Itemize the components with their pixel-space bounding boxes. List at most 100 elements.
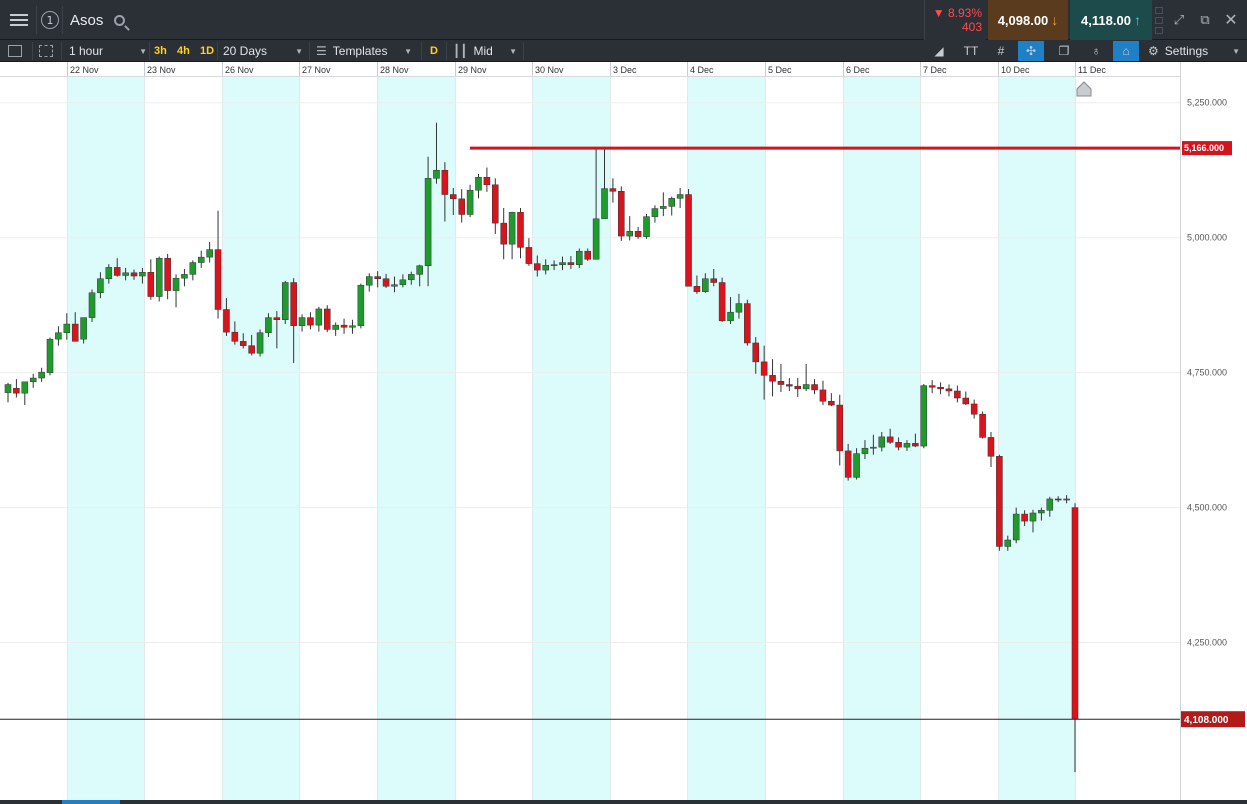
tag-icon[interactable]: ⌂ [1113,41,1139,61]
candle-up [433,169,440,179]
grid-icon[interactable]: # [988,41,1014,61]
d-button[interactable]: D [430,40,438,62]
candle-up [861,447,869,454]
candle-up [920,385,928,447]
candle-up [1063,498,1070,501]
candle-down [517,212,524,248]
candle-down [239,341,247,346]
candle-up [122,272,129,276]
close-icon[interactable]: ✕ [1220,0,1242,40]
resistance-label: 5,166.000 [1184,143,1224,153]
range-select[interactable]: 20 Days ▼ [223,40,303,62]
text-size-icon[interactable]: TT [958,41,984,61]
date-label: 26 Nov [225,65,254,75]
numbered-circle-icon: 1 [41,11,59,29]
draw-line-icon[interactable]: ◢ [926,41,952,61]
interval-select[interactable]: 1 hour ▼ [69,40,147,62]
info-badge-button[interactable]: 1 [38,0,62,40]
layout-icon[interactable] [39,40,53,62]
candle-down [483,176,491,186]
candle-down [685,194,692,287]
candle-up [592,218,600,260]
candle-down [307,317,314,326]
price-tick-label: 4,250.000 [1187,638,1227,648]
candle-down [1071,507,1079,720]
copy-icon[interactable]: ❐ [1051,41,1077,61]
candle-up [391,284,398,287]
candle-down [130,272,138,277]
range-label: 20 Days [223,44,268,58]
candle-up [4,384,12,393]
candle-up [357,284,365,326]
search-icon[interactable] [110,0,128,40]
indicator-icon[interactable]: ♁ [1083,41,1109,61]
candle-up [265,317,272,333]
candle-down [752,342,760,363]
templates-select[interactable]: ☰ Templates ▼ [316,40,412,62]
candle-up [542,264,549,271]
instrument-name[interactable]: Asos [70,0,103,40]
candle-down [618,191,625,237]
date-label: 30 Nov [535,65,564,75]
depth-toggle[interactable] [1153,0,1165,40]
date-label: 29 Nov [458,65,487,75]
candle-up [424,178,432,267]
hamburger-icon [10,19,28,21]
candle-down [895,442,902,448]
candle-down [223,309,230,333]
candle-up [559,262,566,265]
candle-down [340,324,348,328]
candle-up [802,384,810,390]
price-type-select[interactable]: ┃┃ Mid ▼ [453,40,517,62]
date-label: 4 Dec [690,65,714,75]
candle-up [298,317,306,326]
menu-button[interactable] [4,0,34,40]
candle-down [13,388,20,394]
gear-icon: ⚙ [1148,44,1159,58]
list-icon[interactable] [8,40,22,62]
candle-down [634,230,642,237]
quick-1d-button[interactable]: 1D [200,40,214,62]
price-tick-label: 4,500.000 [1187,503,1227,513]
home-marker-icon [1076,81,1092,97]
candle-down [928,385,936,388]
change-points: 403 [961,20,982,34]
price-tick-label: 5,000.000 [1187,233,1227,243]
scrollbar-thumb [62,800,120,804]
candle-up [550,264,558,266]
candle-up [189,262,197,275]
candle-down [290,282,297,326]
candle-down [500,222,507,245]
chart-area[interactable]: 22 Nov 23 Nov 26 Nov 27 Nov 28 Nov 29 Nov 30 N… [0,62,1247,804]
candle-down [886,436,894,443]
candle-down [273,317,281,320]
candle-down [323,308,331,330]
candlestick-chart[interactable]: 22 Nov 23 Nov 26 Nov 27 Nov 28 Nov 29 Nov 30 N… [0,62,1247,804]
candle-up [1029,512,1037,522]
candle-up [281,282,289,320]
quick-4h-button[interactable]: 4h [177,40,190,62]
quick-3h-button[interactable]: 3h [154,40,167,62]
settings-button[interactable]: ⚙ Settings ▼ [1148,40,1240,62]
candle-up [508,212,516,245]
buy-button[interactable]: 4,118.00 ↑ [1070,0,1152,40]
popout-icon[interactable]: ⧉ [1194,0,1216,40]
candle-down [970,403,978,415]
candle-down [71,323,79,342]
candle-up [676,194,684,199]
candle-up [155,257,163,297]
candle-up [626,230,633,237]
crosshair-icon[interactable]: ✣ [1018,41,1044,61]
date-label: 10 Dec [1001,65,1030,75]
candle-down [710,278,718,283]
candle-up [878,436,886,448]
candle-down [231,331,239,342]
candle-down [1021,513,1028,522]
expand-icon[interactable]: ⤢ [1168,0,1190,40]
sell-button[interactable]: 4,098.00 ↓ [988,0,1068,40]
candle-down [525,247,533,264]
date-label: 5 Dec [768,65,792,75]
candle-down [945,388,953,392]
candle-down [937,386,944,390]
price-tick-label: 4,750.000 [1187,368,1227,378]
